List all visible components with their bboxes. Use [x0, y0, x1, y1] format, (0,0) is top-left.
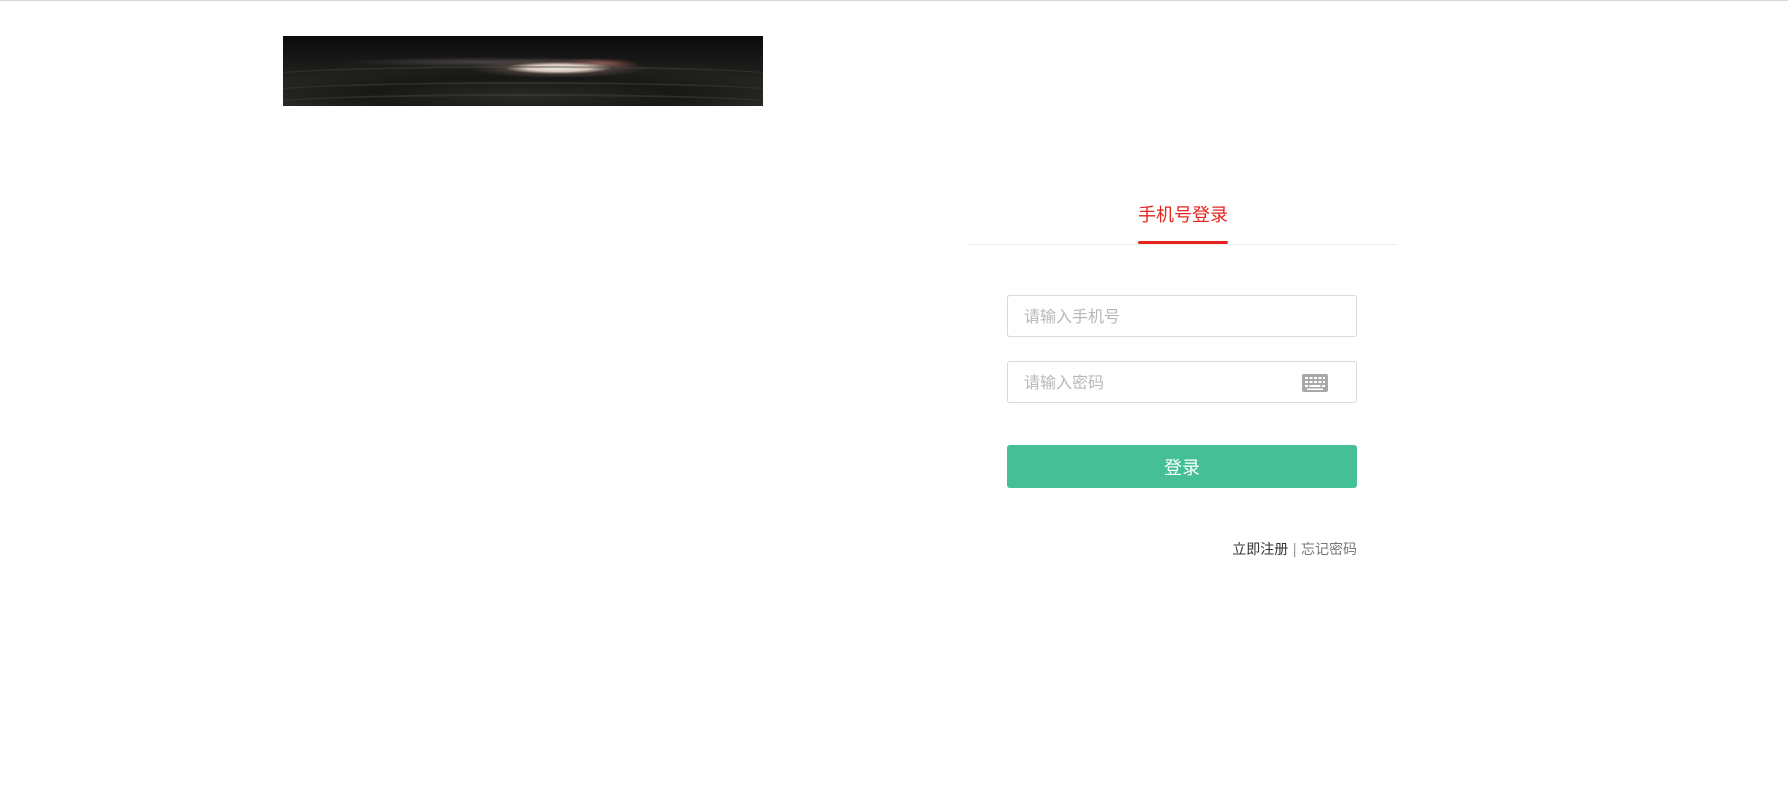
phone-input[interactable] — [1008, 296, 1356, 336]
banner-wave — [283, 94, 763, 106]
keyboard-icon[interactable] — [1302, 374, 1328, 392]
tab-active-indicator — [1138, 241, 1228, 244]
tab-phone-login-label: 手机号登录 — [1138, 205, 1228, 226]
password-field — [1007, 361, 1357, 403]
register-link[interactable]: 立即注册 — [1232, 542, 1288, 558]
login-button[interactable]: 登录 — [1007, 445, 1357, 488]
top-divider — [0, 0, 1788, 1]
forgot-password-link[interactable]: 忘记密码 — [1301, 542, 1357, 558]
login-panel: 手机号登录 请输入手机号 登录 立即注册 | 忘记密码 — [967, 190, 1397, 558]
banner-image — [283, 36, 763, 106]
auth-links: 立即注册 | 忘记密码 — [1007, 539, 1357, 559]
login-tabs: 手机号登录 — [967, 190, 1397, 245]
phone-field — [1007, 295, 1357, 337]
tab-phone-login[interactable]: 手机号登录 — [1138, 201, 1228, 244]
link-separator: | — [1292, 542, 1297, 558]
